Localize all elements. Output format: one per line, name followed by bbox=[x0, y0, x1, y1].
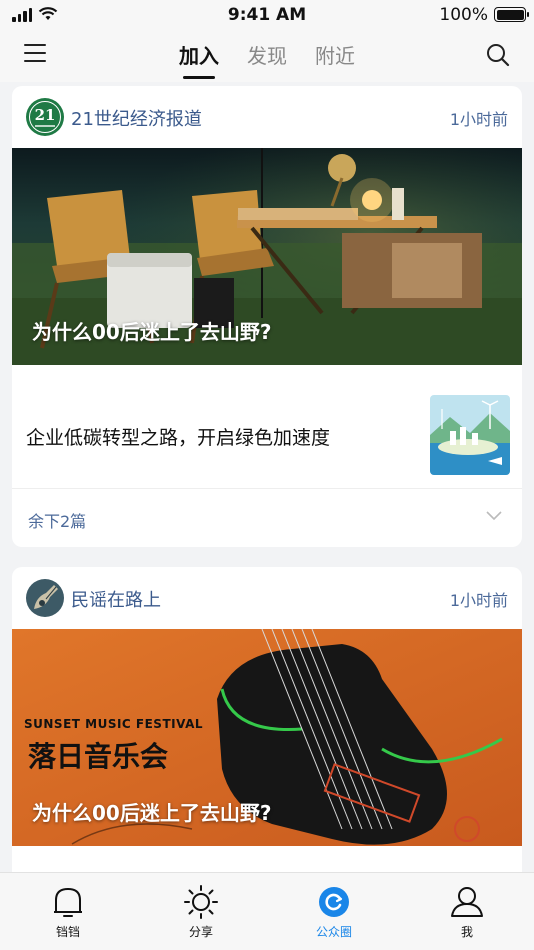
tab-item-share[interactable]: 分享 bbox=[161, 885, 241, 940]
hero-caption: 为什么00后迷上了去山野? bbox=[32, 320, 272, 344]
battery-icon bbox=[494, 7, 529, 22]
article-item[interactable]: 企业低碳转型之路，开启绿色加速度 bbox=[12, 365, 522, 489]
hero-caption: 为什么00后迷上了去山野? bbox=[32, 801, 272, 825]
hero-image[interactable]: SUNSET MUSIC FESTIVAL 落日音乐会 为什么00后迷上了去山野… bbox=[12, 629, 522, 846]
more-articles-label[interactable]: 余下2篇 bbox=[28, 508, 86, 532]
bottom-tab-bar: 铛铛 分享 公众圈 我 bbox=[0, 872, 534, 950]
status-bar: 9:41 AM 100% bbox=[0, 0, 534, 30]
card-header[interactable]: 民谣在路上 1小时前 bbox=[12, 567, 522, 629]
article-thumbnail[interactable] bbox=[430, 395, 510, 475]
tab-discover[interactable]: 发现 bbox=[247, 40, 287, 69]
top-nav: 加入 发现 附近 bbox=[0, 30, 534, 82]
search-icon[interactable] bbox=[486, 43, 510, 67]
tab-label: 分享 bbox=[188, 925, 213, 939]
tab-item-circle[interactable]: 公众圈 bbox=[294, 885, 374, 940]
article-title[interactable]: 企业低碳转型之路，开启绿色加速度 bbox=[26, 423, 330, 450]
tab-join[interactable]: 加入 bbox=[179, 40, 219, 79]
tab-label: 铛铛 bbox=[55, 925, 80, 939]
top-tabs: 加入 发现 附近 bbox=[0, 40, 534, 79]
feed-card: 21 21世纪经济报道 1小时前 为什么00后迷上了去山野? 企业低碳转型之路，… bbox=[12, 86, 522, 547]
tab-item-dangdang[interactable]: 铛铛 bbox=[28, 885, 108, 940]
avatar-text: 21 bbox=[34, 105, 56, 124]
sun-icon bbox=[184, 885, 218, 919]
poster-title-cn: 落日音乐会 bbox=[28, 740, 169, 773]
battery-percent: 100% bbox=[439, 5, 488, 25]
tab-item-me[interactable]: 我 bbox=[427, 885, 507, 940]
bell-icon bbox=[54, 887, 82, 917]
green-energy-illustration bbox=[430, 395, 510, 475]
poster-title-en: SUNSET MUSIC FESTIVAL bbox=[24, 717, 204, 731]
chevron-down-icon[interactable] bbox=[486, 511, 502, 521]
timestamp: 1小时前 bbox=[449, 110, 508, 129]
card-header[interactable]: 21 21世纪经济报道 1小时前 bbox=[12, 86, 522, 148]
timestamp: 1小时前 bbox=[449, 591, 508, 610]
account-avatar[interactable] bbox=[26, 579, 64, 617]
hero-image[interactable]: 为什么00后迷上了去山野? bbox=[12, 148, 522, 365]
refresh-circle-icon bbox=[319, 887, 349, 917]
guitar-avatar-icon bbox=[26, 579, 64, 617]
feed-card: 民谣在路上 1小时前 SUNSET MUSIC FESTIVAL 落日音乐会 为… bbox=[12, 567, 522, 887]
person-icon bbox=[451, 887, 483, 917]
account-name[interactable]: 民谣在路上 bbox=[71, 586, 161, 612]
account-avatar[interactable]: 21 bbox=[26, 98, 64, 136]
tab-label: 公众圈 bbox=[315, 925, 352, 939]
tab-label: 我 bbox=[460, 925, 473, 939]
more-articles-row[interactable]: 余下2篇 bbox=[12, 489, 522, 547]
tab-nearby[interactable]: 附近 bbox=[315, 40, 355, 69]
account-name[interactable]: 21世纪经济报道 bbox=[71, 105, 202, 131]
